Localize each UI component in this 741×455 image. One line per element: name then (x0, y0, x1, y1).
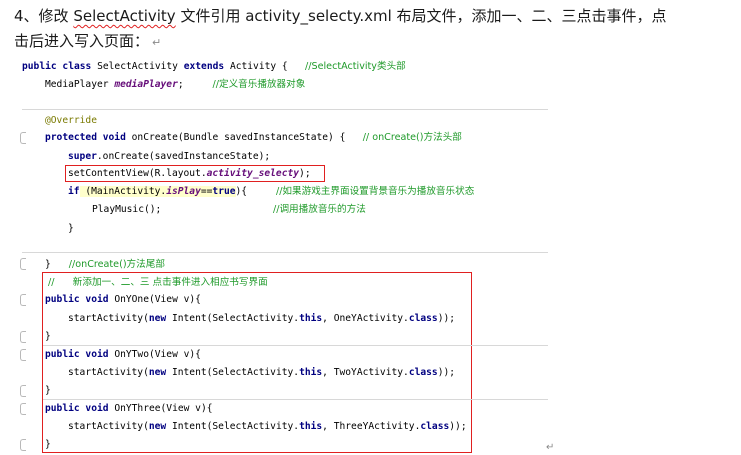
code-line-start-twoyactivity: startActivity(new Intent(SelectActivity.… (68, 366, 455, 380)
keyword: true (212, 186, 236, 197)
field-name: isPlay (166, 186, 201, 197)
keyword: if (68, 186, 80, 197)
code-text: Intent(SelectActivity. (166, 313, 300, 324)
keyword: new (148, 367, 167, 378)
code-screenshot: public class SelectActivity extends Acti… (0, 0, 741, 455)
keyword: new (148, 313, 167, 324)
keyword: new (148, 421, 167, 432)
code-line-onytwo-close: } (45, 385, 51, 396)
code-text: startActivity( (68, 313, 149, 324)
field-name: activity_selecty (206, 168, 300, 179)
keyword: extends (183, 61, 225, 72)
code-line-oncreate-close: } //onCreate()方法尾部 (45, 258, 165, 272)
keyword: public void (45, 294, 109, 305)
keyword: class (408, 367, 438, 378)
code-line-super-oncreate: super.onCreate(savedInstanceState); (68, 150, 270, 164)
code-comment: //onCreate()方法尾部 (68, 259, 165, 270)
code-line-onytwo-header: public void OnYTwo(View v){ (45, 348, 201, 362)
code-line-playmusic: PlayMusic(); (92, 203, 161, 217)
code-comment: //如果游戏主界面设置背景音乐为播放音乐状态 (275, 186, 475, 197)
keyword: protected void (45, 132, 126, 143)
code-text: .onCreate(savedInstanceState); (96, 151, 271, 162)
fold-marker-icon (20, 385, 26, 397)
code-text: SelectActivity (91, 61, 184, 72)
field-name: mediaPlayer (114, 79, 178, 90)
code-text: , ThreeYActivity. (322, 421, 421, 432)
keyword: super (68, 151, 97, 162)
code-line-onythree-close: } (45, 439, 51, 450)
code-text: )); (437, 367, 456, 378)
fold-marker-icon (20, 331, 26, 343)
method-separator (22, 252, 548, 253)
code-text: ){ (235, 186, 276, 197)
code-comment: //SelectActivity类头部 (305, 61, 406, 72)
code-line-onyone-header: public void OnYOne(View v){ (45, 293, 201, 307)
keyword: public void (45, 403, 109, 414)
code-comment: //调用播放音乐的方法 (273, 204, 366, 215)
method-separator (22, 109, 548, 110)
code-text: == (200, 186, 213, 197)
paragraph-mark-icon: ↵ (546, 442, 555, 453)
fold-marker-icon (20, 132, 26, 144)
code-line-if-isplay: if (MainActivity.isPlay==true){ //如果游戏主界… (68, 185, 474, 199)
keyword: this (299, 367, 323, 378)
keyword: class (408, 313, 438, 324)
fold-marker-icon (20, 294, 26, 306)
fold-marker-icon (20, 439, 26, 451)
fold-marker-icon (20, 349, 26, 361)
keyword: class (420, 421, 450, 432)
code-text: PlayMusic(); (92, 204, 162, 215)
code-text: } (45, 259, 51, 270)
code-text: ; (177, 79, 213, 90)
fold-marker-icon (20, 403, 26, 415)
code-line-onythree-header: public void OnYThree(View v){ (45, 402, 213, 416)
code-comment: // 新添加一、二、三 点击事件进入相应书写界面 (48, 277, 268, 288)
code-comment: // onCreate()方法头部 (362, 132, 462, 143)
code-text: )); (449, 421, 467, 432)
code-line-onyone-close: } (45, 331, 51, 342)
code-text: Activity { (224, 61, 306, 72)
code-line-class-header: public class SelectActivity extends Acti… (22, 60, 406, 74)
code-text: , OneYActivity. (322, 313, 409, 324)
code-text: , TwoYActivity. (322, 367, 409, 378)
code-line-media-player: MediaPlayer mediaPlayer; //定义音乐播放器对象 (45, 78, 305, 92)
code-line-new-comment: // 新添加一、二、三 点击事件进入相应书写界面 (48, 276, 268, 290)
code-text: Intent(SelectActivity. (166, 367, 300, 378)
code-line-start-threeyactivity: startActivity(new Intent(SelectActivity.… (68, 420, 467, 434)
code-comment: //定义音乐播放器对象 (212, 79, 306, 90)
keyword: public void (45, 349, 109, 360)
code-line-start-oneyactivity: startActivity(new Intent(SelectActivity.… (68, 312, 455, 326)
code-text: ); (299, 168, 311, 179)
keyword: public class (22, 61, 92, 72)
code-text: setContentView(R.layout. (68, 168, 207, 179)
code-line-playmusic-comment: //调用播放音乐的方法 (273, 203, 366, 217)
code-text: startActivity( (68, 421, 149, 432)
code-text: OnYTwo(View v){ (108, 349, 201, 360)
fold-marker-icon (20, 258, 26, 270)
code-line-oncreate-header: protected void onCreate(Bundle savedInst… (45, 131, 462, 145)
highlighted-expression: (MainActivity.isPlay==true (79, 186, 236, 197)
code-line-override: @Override (45, 115, 97, 126)
code-text: (MainActivity. (79, 186, 167, 197)
code-text: OnYOne(View v){ (108, 294, 201, 305)
code-line-if-close: } (68, 223, 74, 234)
method-separator (43, 345, 548, 346)
keyword: this (299, 313, 323, 324)
code-text: MediaPlayer (45, 79, 115, 90)
code-line-setcontentview: setContentView(R.layout.activity_selecty… (68, 167, 311, 181)
code-text: startActivity( (68, 367, 149, 378)
code-text: OnYThree(View v){ (108, 403, 213, 414)
code-text: )); (437, 313, 456, 324)
keyword: this (299, 421, 323, 432)
method-separator (43, 399, 548, 400)
code-text: onCreate(Bundle savedInstanceState) { (125, 132, 363, 143)
code-text: Intent(SelectActivity. (166, 421, 300, 432)
